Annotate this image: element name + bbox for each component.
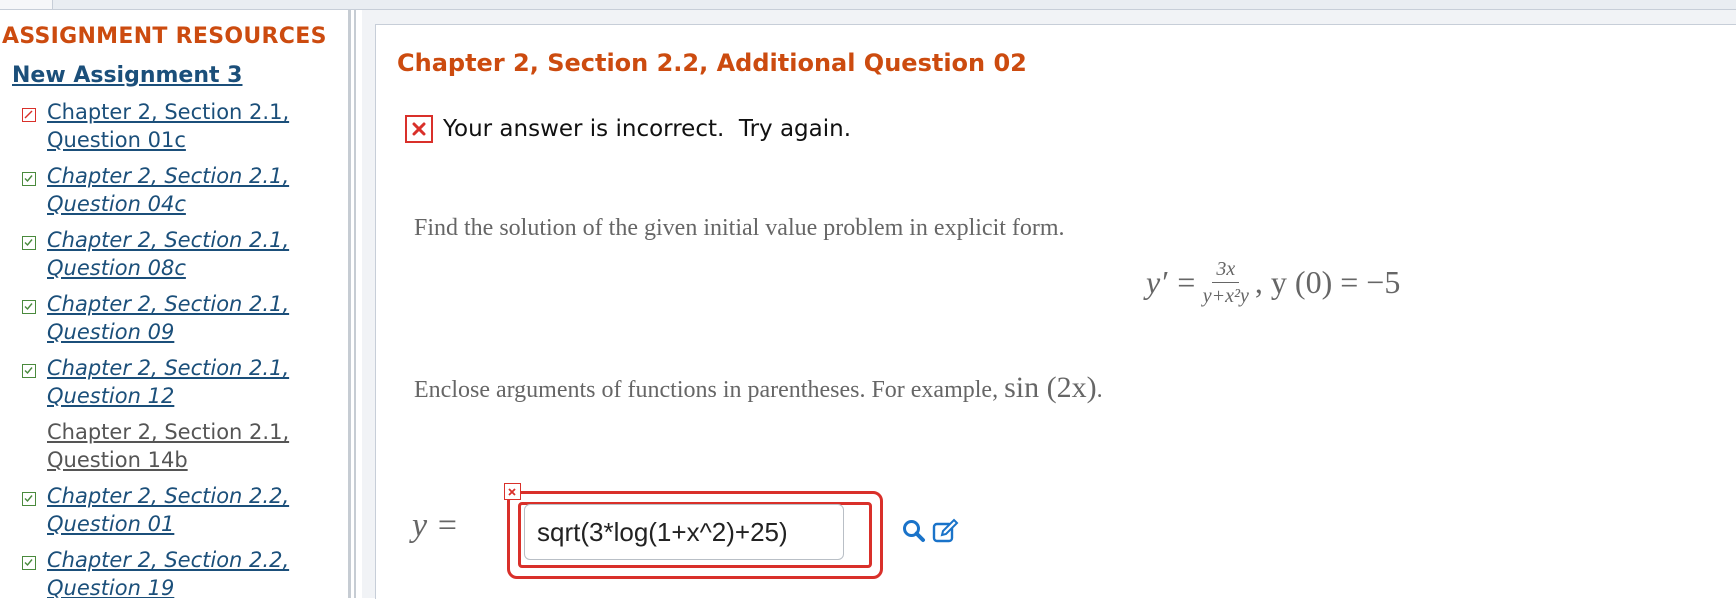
question-title: Chapter 2, Section 2.2, Additional Quest…: [397, 49, 1027, 77]
pencil-icon: [22, 108, 36, 122]
panel-splitter[interactable]: [348, 10, 362, 598]
fraction: 3x y+x²y: [1203, 258, 1249, 307]
question-link[interactable]: Chapter 2, Section 2.1, Question 09: [47, 290, 337, 346]
question-panel: Chapter 2, Section 2.2, Additional Quest…: [375, 24, 1736, 599]
question-link[interactable]: Chapter 2, Section 2.1, Question 08c: [47, 226, 337, 282]
list-item: Chapter 2, Section 2.2, Question 01: [20, 482, 350, 546]
splitter-line: [348, 10, 351, 598]
equation: y′ = 3x y+x²y , y (0) = −5: [1146, 247, 1400, 317]
top-bar: [0, 0, 1736, 10]
feedback-text: Your answer is incorrect. Try again.: [443, 116, 852, 142]
check-icon: [22, 236, 36, 250]
question-link[interactable]: Chapter 2, Section 2.1, Question 12: [47, 354, 337, 410]
format-hint-end: .: [1096, 377, 1103, 403]
list-item: Chapter 2, Section 2.1, Question 04c: [20, 162, 350, 226]
question-link[interactable]: Chapter 2, Section 2.1, Question 01c: [47, 98, 337, 154]
incorrect-icon: [405, 115, 433, 143]
assignment-sidebar: ASSIGNMENT RESOURCES New Assignment 3 Ch…: [0, 10, 350, 598]
question-link[interactable]: Chapter 2, Section 2.2, Question 01: [47, 482, 337, 538]
search-icon[interactable]: [900, 517, 928, 545]
question-instruction: Find the solution of the given initial v…: [414, 215, 1065, 241]
answer-tools: [900, 517, 964, 545]
format-hint-text: Enclose arguments of functions in parent…: [414, 377, 1005, 403]
answer-input[interactable]: [524, 504, 844, 560]
list-item: Chapter 2, Section 2.1, Question 12: [20, 354, 350, 418]
question-link[interactable]: Chapter 2, Section 2.1, Question 14b: [47, 418, 337, 474]
feedback-message: Your answer is incorrect. Try again.: [405, 115, 851, 143]
check-icon: [22, 172, 36, 186]
top-tab[interactable]: [0, 0, 53, 9]
list-item: Chapter 2, Section 2.1, Question 08c: [20, 226, 350, 290]
check-icon: [22, 492, 36, 506]
list-item: Chapter 2, Section 2.1, Question 01c: [20, 98, 350, 162]
error-close-icon: [504, 483, 521, 500]
fraction-denominator: y+x²y: [1202, 284, 1249, 307]
equation-lhs: y′ =: [1146, 263, 1197, 300]
question-list: Chapter 2, Section 2.1, Question 01c Chap…: [20, 98, 350, 598]
format-hint-example: sin (2x): [1004, 371, 1097, 404]
check-icon: [22, 300, 36, 314]
format-hint: Enclose arguments of functions in parent…: [414, 371, 1103, 405]
assignment-link[interactable]: New Assignment 3: [12, 63, 242, 88]
answer-label: y =: [412, 507, 459, 544]
answer-error-frame: [507, 491, 883, 579]
check-icon: [22, 556, 36, 570]
check-icon: [22, 364, 36, 378]
splitter-line: [354, 10, 356, 598]
list-item: Chapter 2, Section 2.1, Question 09: [20, 290, 350, 354]
list-item: Chapter 2, Section 2.2, Question 19: [20, 546, 350, 598]
fraction-numerator: 3x: [1212, 258, 1240, 283]
edit-icon[interactable]: [932, 517, 960, 545]
question-link[interactable]: Chapter 2, Section 2.1, Question 04c: [47, 162, 337, 218]
question-link[interactable]: Chapter 2, Section 2.2, Question 19: [47, 546, 337, 598]
equation-rhs: , y (0) = −5: [1254, 263, 1401, 300]
sidebar-heading: ASSIGNMENT RESOURCES: [2, 24, 327, 49]
list-item: Chapter 2, Section 2.1, Question 14b: [20, 418, 350, 482]
